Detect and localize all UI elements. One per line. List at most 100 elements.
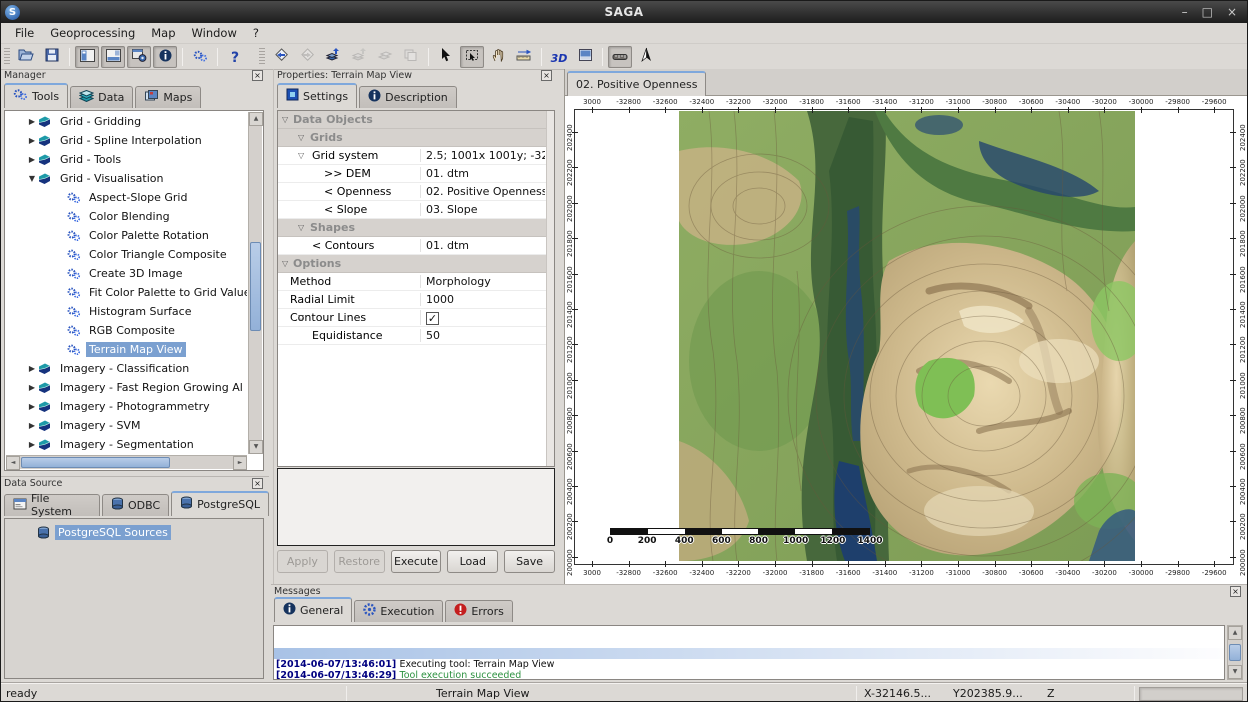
expand-arrow-icon[interactable]: ▶ [27, 117, 37, 126]
property-row-slope[interactable]: < Slope03. Slope [278, 201, 554, 219]
expander-arrow-icon[interactable]: ▽ [298, 223, 304, 232]
toggle-data-source-button[interactable] [101, 46, 125, 68]
manager-tab-maps[interactable]: Maps [135, 86, 201, 108]
data-source-tab-file-system[interactable]: File System [4, 494, 100, 516]
title-bar[interactable]: S SAGA – □ × [1, 1, 1247, 23]
toggle-messages-button[interactable] [153, 46, 177, 68]
scroll-left-icon[interactable]: ◄ [6, 456, 20, 470]
data-source-close-icon[interactable]: × [252, 478, 263, 489]
menu-map[interactable]: Map [143, 24, 183, 42]
property-row-contour-lines[interactable]: ▽Contour Lines✓ [278, 309, 554, 327]
property-value[interactable]: 01. dtm [420, 239, 545, 252]
tree-item-imagery-svm[interactable]: ▶Imagery - SVM [5, 416, 247, 435]
scroll-thumb[interactable] [250, 242, 261, 331]
tree-item-color-palette-rotation[interactable]: Color Palette Rotation [5, 226, 247, 245]
property-value[interactable]: 01. dtm [420, 167, 545, 180]
menu-geoprocessing[interactable]: Geoprocessing [42, 24, 143, 42]
manager-tab-tools[interactable]: Tools [4, 83, 68, 108]
property-value[interactable]: ✓ [420, 310, 545, 325]
save-map-image-button[interactable] [573, 46, 597, 68]
tree-item-grid-gridding[interactable]: ▶Grid - Gridding [5, 112, 247, 131]
zoom-full-extent-button[interactable] [269, 46, 293, 68]
property-value[interactable]: 03. Slope [420, 203, 545, 216]
property-value[interactable]: 2.5; 1001x 1001y; -32500 [420, 149, 545, 162]
collapse-arrow-icon[interactable]: ▼ [27, 174, 37, 183]
properties-tab-description[interactable]: Description [359, 86, 457, 108]
tree-vertical-scrollbar[interactable]: ▲ ▼ [248, 112, 262, 454]
tree-item-rgb-composite[interactable]: RGB Composite [5, 321, 247, 340]
load-button[interactable]: Load [447, 550, 498, 573]
tree-item-imagery-segmentation[interactable]: ▶Imagery - Segmentation [5, 435, 247, 454]
execute-button[interactable]: Execute [391, 550, 442, 573]
messages-log[interactable]: [2014-06-07/13:46:01] Executing tool: Te… [273, 625, 1225, 680]
scroll-right-icon[interactable]: ► [233, 456, 247, 470]
expander-arrow-icon[interactable]: ▽ [298, 151, 304, 160]
measure-tool-button[interactable] [512, 46, 536, 68]
map-tab-positive-openness[interactable]: 02. Positive Openness [567, 71, 706, 96]
select-tool-button[interactable] [434, 46, 458, 68]
help-button[interactable]: ? [223, 46, 247, 68]
open-file-button[interactable] [14, 46, 38, 68]
tree-item-imagery-fast-region-growing-al[interactable]: ▶Imagery - Fast Region Growing Al [5, 378, 247, 397]
log-line[interactable]: [2014-06-07/13:46:29] Tool execution suc… [274, 670, 1224, 680]
tree-item-fit-color-palette-to-grid-values[interactable]: Fit Color Palette to Grid Values [5, 283, 247, 302]
save-file-button[interactable] [40, 46, 64, 68]
toggle-properties-button[interactable] [127, 46, 151, 68]
north-arrow-button[interactable] [634, 46, 658, 68]
properties-tab-settings[interactable]: Settings [277, 83, 357, 108]
expand-arrow-icon[interactable]: ▶ [27, 440, 37, 449]
scroll-thumb[interactable] [1229, 644, 1241, 661]
expand-arrow-icon[interactable]: ▶ [27, 421, 37, 430]
data-source-tab-odbc[interactable]: ODBC [102, 494, 169, 516]
property-value[interactable]: 1000 [420, 293, 545, 306]
property-row-dem[interactable]: >> DEM01. dtm [278, 165, 554, 183]
data-source-item-postgresql-sources[interactable]: PostgreSQL Sources [5, 523, 263, 542]
menu-file[interactable]: File [7, 24, 42, 42]
property-category-grids[interactable]: ▽Grids [278, 129, 554, 147]
tree-item-imagery-classification[interactable]: ▶Imagery - Classification [5, 359, 247, 378]
property-row-contours[interactable]: < Contours01. dtm [278, 237, 554, 255]
show-scalebar-button[interactable] [608, 46, 632, 68]
data-source-tab-postgresql[interactable]: PostgreSQL [171, 491, 269, 516]
tool-chains-button[interactable] [188, 46, 212, 68]
expand-arrow-icon[interactable]: ▶ [27, 136, 37, 145]
tree-item-histogram-surface[interactable]: Histogram Surface [5, 302, 247, 321]
property-value[interactable]: Morphology [420, 275, 545, 288]
expander-arrow-icon[interactable]: ▽ [282, 115, 288, 124]
menu-window[interactable]: Window [184, 24, 245, 42]
properties-close-icon[interactable]: × [541, 70, 552, 81]
manager-tab-data[interactable]: Data [70, 86, 133, 108]
zoom-tool-button[interactable] [460, 46, 484, 68]
messages-tab-execution[interactable]: Execution [354, 600, 443, 622]
expand-arrow-icon[interactable]: ▶ [27, 364, 37, 373]
expander-arrow-icon[interactable]: ▽ [298, 133, 304, 142]
property-row-openness[interactable]: < Openness02. Positive Openness [278, 183, 554, 201]
property-value[interactable]: 02. Positive Openness [420, 185, 545, 198]
expander-arrow-icon[interactable]: ▽ [298, 313, 304, 322]
view-3d-button[interactable]: 3D [547, 46, 571, 68]
minimize-button[interactable]: – [1182, 6, 1188, 18]
property-row-equidistance[interactable]: Equidistance50 [278, 327, 554, 345]
property-category-data-objects[interactable]: ▽Data Objects [278, 111, 554, 129]
add-layer-to-map-button[interactable] [321, 46, 345, 68]
save-button[interactable]: Save [504, 550, 555, 573]
property-category-shapes[interactable]: ▽Shapes [278, 219, 554, 237]
log-selected-line[interactable] [274, 648, 1224, 659]
property-row-method[interactable]: MethodMorphology [278, 273, 554, 291]
menu-help[interactable]: ? [245, 24, 267, 42]
toolbar-drag-handle[interactable] [259, 48, 265, 66]
tree-item-color-triangle-composite[interactable]: Color Triangle Composite [5, 245, 247, 264]
tree-item-color-blending[interactable]: Color Blending [5, 207, 247, 226]
toolbar-drag-handle[interactable] [4, 48, 10, 66]
tree-item-create-3d-image[interactable]: Create 3D Image [5, 264, 247, 283]
scroll-thumb[interactable] [21, 457, 170, 468]
tree-item-aspect-slope-grid[interactable]: Aspect-Slope Grid [5, 188, 247, 207]
messages-tab-errors[interactable]: Errors [445, 600, 513, 622]
expander-arrow-icon[interactable]: ▽ [282, 259, 288, 268]
property-value[interactable]: 50 [420, 329, 545, 342]
expand-arrow-icon[interactable]: ▶ [27, 383, 37, 392]
scroll-up-icon[interactable]: ▲ [249, 112, 263, 126]
manager-close-icon[interactable]: × [252, 70, 263, 81]
close-button[interactable]: × [1227, 6, 1237, 18]
log-line[interactable]: [2014-06-07/13:46:01] Executing tool: Te… [274, 659, 1224, 670]
